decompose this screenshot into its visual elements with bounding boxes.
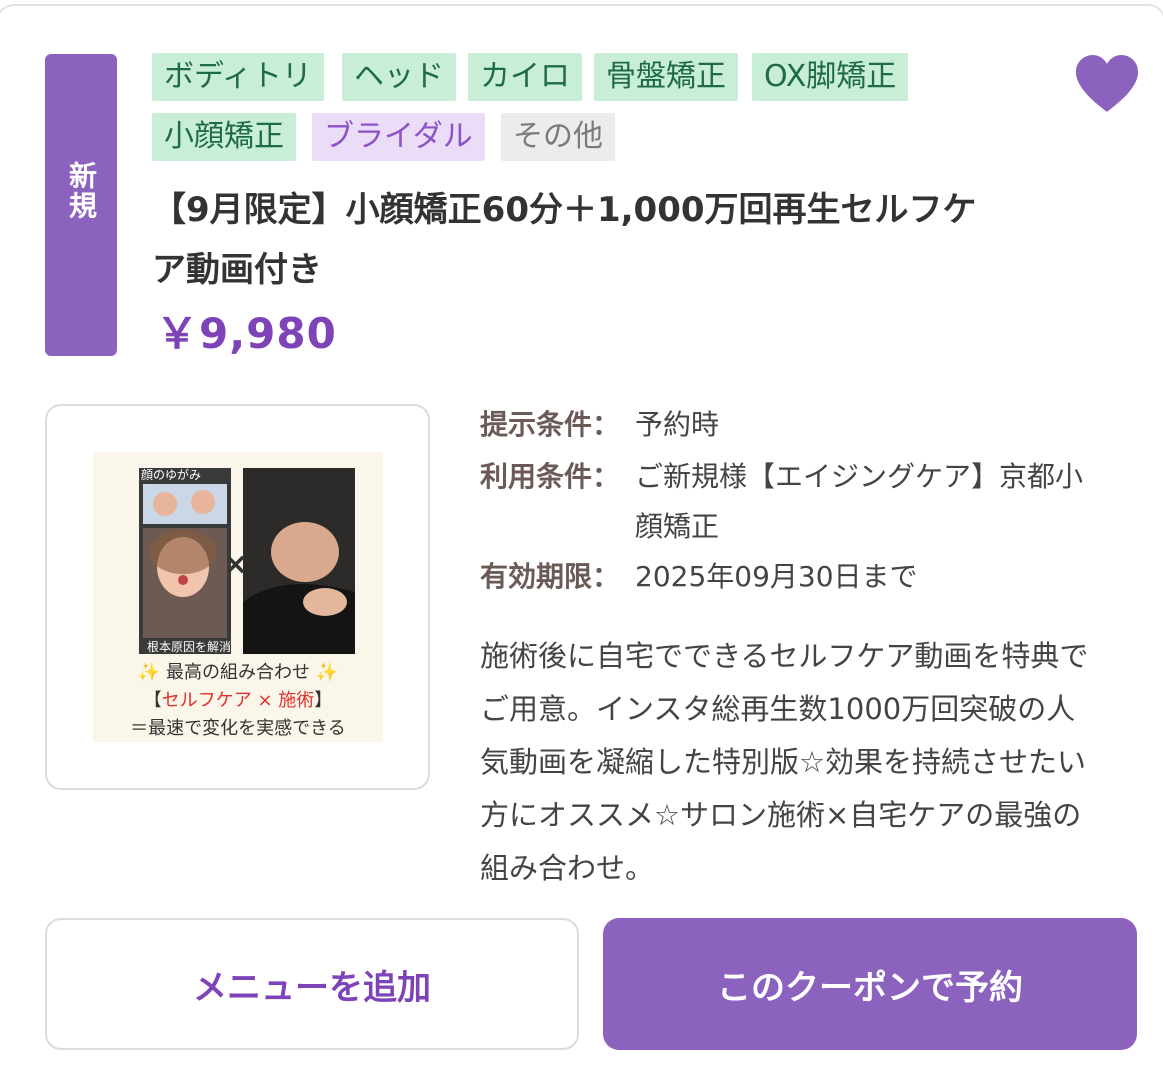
image-caption-top: 顔のゆがみ (141, 468, 202, 482)
tag-other: その他 (501, 113, 615, 161)
condition-value: 予約時 (635, 408, 720, 441)
condition-value: 顔矯正 (635, 510, 720, 543)
reserve-coupon-button[interactable]: このクーポンで予約 (603, 918, 1137, 1050)
coupon-title: 【9月限定】小顔矯正60分＋1,000万回再生セルフケ ア動画付き (152, 180, 1032, 300)
image-text-line3: ＝最速で変化を実感できる (130, 718, 346, 739)
condition-value: 2025年09月30日まで (635, 560, 918, 593)
image-text-line1: ✨ 最高の組み合わせ ✨ (137, 662, 339, 683)
new-badge-label: 新規 (65, 161, 98, 221)
tag-ox-legs: OX脚矯正 (752, 53, 909, 101)
tag-pelvis: 骨盤矯正 (594, 53, 738, 101)
tag-chiro: カイロ (468, 53, 582, 101)
description-line: 方にオススメ☆サロン施術×自宅ケアの最強の (480, 798, 1082, 832)
condition-label: 有効期限： (480, 560, 621, 593)
condition-value: ご新規様【エイジングケア】京都小 (635, 460, 1084, 493)
image-text-line2-suffix: 】 (314, 690, 333, 711)
condition-label: 利用条件： (480, 460, 621, 493)
condition-label: 提示条件： (480, 408, 621, 441)
coupon-description: 施術後に自宅でできるセルフケア動画を特典で ご用意。インスタ総再生数1000万回… (480, 630, 1140, 895)
description-line: 組み合わせ。 (480, 851, 655, 885)
new-badge: 新規 (45, 54, 117, 356)
tag-head: ヘッド (342, 53, 456, 101)
description-line: ご用意。インスタ総再生数1000万回突破の人 (480, 692, 1076, 726)
add-menu-button[interactable]: メニューを追加 (45, 918, 579, 1050)
coupon-image-frame[interactable]: × 顔のゆがみ 根本原因を解消 ✨ 最高の組み合わせ ✨ 【セルフケア × 施術… (45, 404, 430, 790)
tag-small-face: 小顔矯正 (152, 113, 296, 161)
image-caption-bottom: 根本原因を解消 (147, 640, 232, 654)
image-text-line2-red: セルフケア × 施術 (161, 690, 315, 711)
image-text-line2: 【セルフケア × 施術】 (93, 686, 383, 712)
tag-bridal: ブライダル (312, 113, 485, 161)
heart-icon[interactable] (1074, 54, 1140, 114)
coupon-price: ￥9,980 (156, 309, 337, 358)
coupon-title-line2: ア動画付き (152, 250, 322, 290)
coupon-title-line1: 【9月限定】小顔矯正60分＋1,000万回再生セルフケ (152, 190, 977, 230)
add-menu-button-label: メニューを追加 (193, 967, 431, 1008)
coupon-image: × 顔のゆがみ 根本原因を解消 ✨ 最高の組み合わせ ✨ 【セルフケア × 施術… (93, 452, 383, 742)
description-line: 気動画を凝縮した特別版☆効果を持続させたい (480, 745, 1086, 779)
tag-body-trim: ボディトリ (152, 53, 324, 101)
reserve-coupon-button-label: このクーポンで予約 (717, 967, 1023, 1008)
image-text-line2-prefix: 【 (143, 690, 162, 711)
svg-text:×: × (223, 547, 248, 582)
description-line: 施術後に自宅でできるセルフケア動画を特典で (480, 639, 1089, 673)
